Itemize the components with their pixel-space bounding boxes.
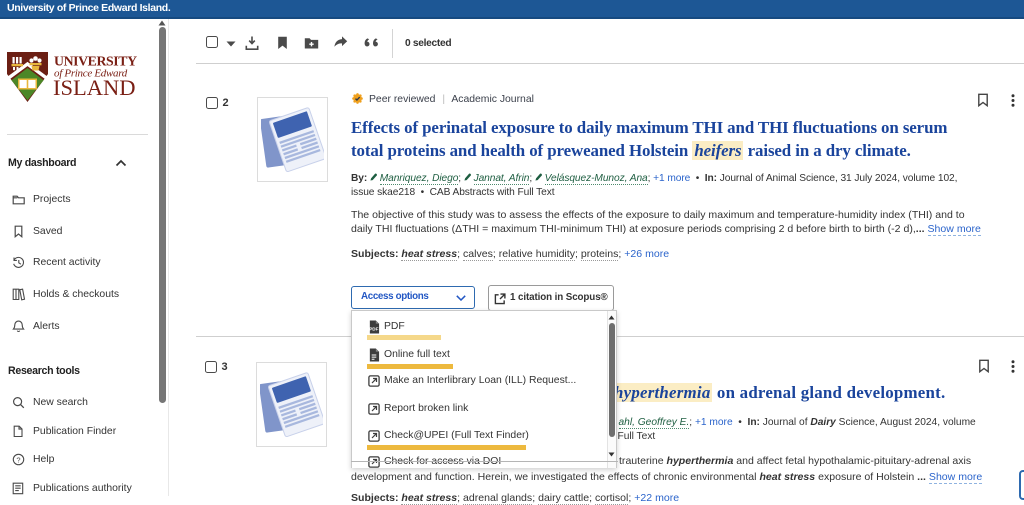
svg-text:UNIVERSITY: UNIVERSITY (54, 54, 137, 69)
svg-text:ISLAND: ISLAND (53, 75, 136, 100)
svg-text:PDF: PDF (369, 327, 378, 332)
svg-text:?: ? (16, 455, 20, 464)
